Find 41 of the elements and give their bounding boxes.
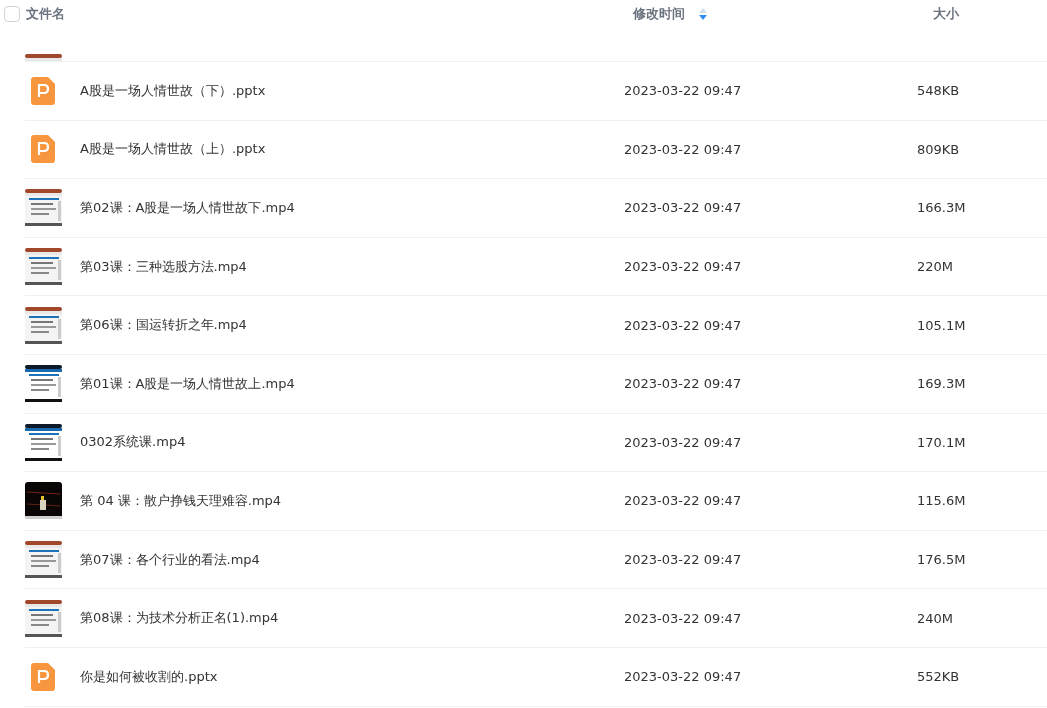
- file-size: 166.3M: [917, 200, 967, 216]
- file-size: 176.5M: [917, 552, 967, 568]
- modified-time: 2023-03-22 09:47: [624, 141, 743, 157]
- column-header[interactable]: 大小: [933, 5, 959, 23]
- modified-time: 2023-03-22 09:47: [624, 493, 743, 509]
- file-name[interactable]: 第06课：国运转折之年.mp4: [80, 316, 624, 335]
- modified-time: 2023-03-22 09:47: [624, 200, 743, 216]
- file-name[interactable]: 第03课：三种选股方法.mp4: [80, 257, 624, 276]
- file-name[interactable]: A股是一场人情世故（上）.pptx: [80, 140, 624, 159]
- presentation-file-icon: [31, 76, 55, 105]
- file-name[interactable]: 第 04 课：散户挣钱天理难容.mp4: [80, 491, 624, 510]
- file-name[interactable]: 第02课：A股是一场人情世故下.mp4: [80, 199, 624, 217]
- modified-time: 2023-03-22 09:47: [624, 434, 743, 450]
- modified-time: 2023-03-22 09:47: [624, 317, 743, 333]
- file-size: 169.3M: [917, 376, 967, 392]
- sort-icon[interactable]: [699, 8, 707, 20]
- column-header[interactable]: 修改时间: [633, 5, 685, 23]
- file-name[interactable]: 第07课：各个行业的看法.mp4: [80, 550, 624, 569]
- file-size: 220M: [917, 259, 955, 275]
- file-size: 240M: [917, 610, 955, 626]
- select-all-checkbox[interactable]: [4, 6, 20, 22]
- file-name[interactable]: 你是如何被收割的.pptx: [80, 667, 624, 686]
- modified-time: 2023-03-22 09:47: [624, 610, 743, 626]
- column-header[interactable]: 文件名: [26, 5, 65, 23]
- file-size: 170.1M: [917, 434, 967, 450]
- modified-time: 2023-03-22 09:47: [624, 376, 743, 392]
- file-size: 552KB: [917, 669, 961, 685]
- file-size: 115.6M: [917, 493, 967, 509]
- file-size: 105.1M: [917, 317, 967, 333]
- file-size: 548KB: [917, 83, 961, 99]
- presentation-file-icon: [31, 662, 55, 691]
- file-name[interactable]: 第01课：A股是一场人情世故上.mp4: [80, 374, 624, 393]
- file-name[interactable]: 0302系统课.mp4: [80, 433, 624, 452]
- modified-time: 2023-03-22 09:47: [624, 259, 743, 275]
- file-size: 809KB: [917, 141, 961, 157]
- file-name[interactable]: A股是一场人情世故（下）.pptx: [80, 81, 624, 100]
- presentation-file-icon: [31, 135, 55, 164]
- modified-time: 2023-03-22 09:47: [624, 552, 743, 568]
- modified-time: 2023-03-22 09:47: [624, 669, 743, 685]
- modified-time: 2023-03-22 09:47: [624, 83, 743, 99]
- file-name[interactable]: 第08课：为技术分析正名(1).mp4: [80, 609, 624, 628]
